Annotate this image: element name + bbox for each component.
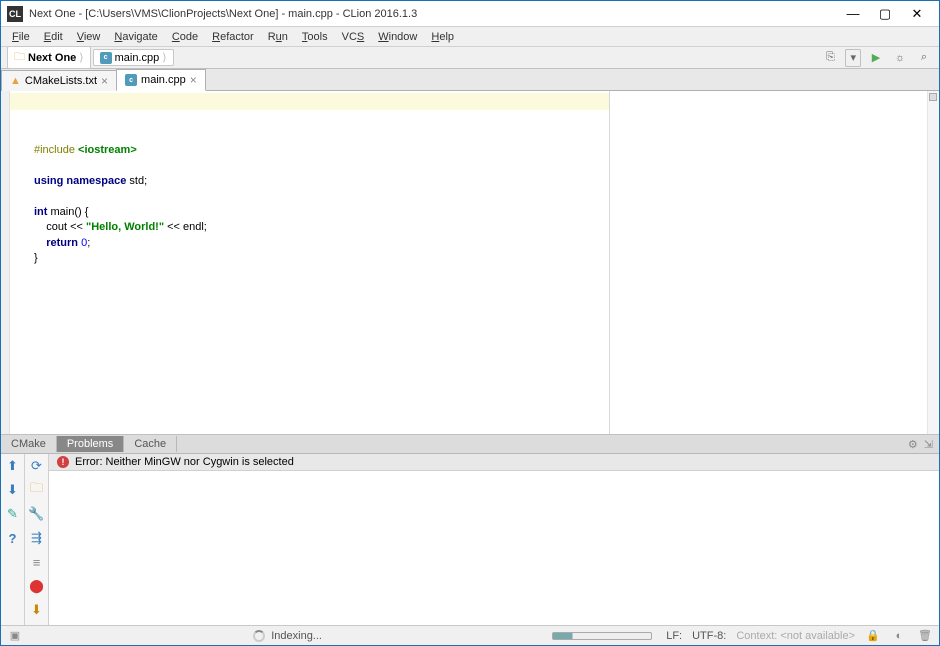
inspect-icon[interactable]: ◐ [891, 628, 907, 644]
panel-tab-problems[interactable]: Problems [57, 436, 124, 452]
close-button[interactable]: ✕ [901, 3, 933, 25]
menu-file[interactable]: File [5, 29, 37, 45]
minimize-button[interactable]: — [837, 3, 869, 25]
window: CL Next One - [C:\Users\VMS\ClionProject… [0, 0, 940, 646]
editor-marker-bar[interactable] [927, 91, 939, 434]
breadcrumb-label: main.cpp [115, 52, 160, 64]
editor-tab-bar: ▲ CMakeLists.txt × c main.cpp × [1, 69, 939, 91]
panel-toolbar-2: ⟳ 🗀 🔧 ⇶ ≡ ⬤ ⬇ [25, 454, 49, 625]
menu-run[interactable]: Run [261, 29, 295, 45]
menu-edit[interactable]: Edit [37, 29, 70, 45]
nav-toolbar: ⎘ ▾ ▶ ☼ ⌕ [821, 49, 933, 67]
editor-right-pane [610, 91, 927, 434]
maximize-button[interactable]: ▢ [869, 3, 901, 25]
panel-tab-cmake[interactable]: CMake [1, 436, 57, 452]
menu-bar: File Edit View Navigate Code Refactor Ru… [1, 27, 939, 47]
down-icon[interactable]: ⬇ [5, 482, 21, 498]
tab-cmakelists[interactable]: ▲ CMakeLists.txt × [1, 70, 117, 91]
editor-area: #include <iostream> using namespace std;… [1, 91, 939, 435]
navigation-bar: 🗀 Next One ⟩ c main.cpp ⟩ ⎘ ▾ ▶ ☼ ⌕ [1, 47, 939, 69]
current-line-highlight [10, 93, 609, 110]
panel-body: ⬆ ⬇ ✎ ? ⟳ 🗀 🔧 ⇶ ≡ ⬤ ⬇ ! Error: Neither M… [1, 454, 939, 625]
status-context[interactable]: Context: <not available> [736, 630, 855, 642]
close-icon[interactable]: × [101, 74, 108, 88]
menu-vcs[interactable]: VCS [335, 29, 372, 45]
error-text: Error: Neither MinGW nor Cygwin is selec… [75, 456, 294, 468]
chevron-icon: ⟩ [162, 51, 166, 64]
progress-bar[interactable] [552, 632, 652, 640]
run-config-dropdown[interactable]: ▾ [845, 49, 861, 67]
stop-icon[interactable]: ⬤ [29, 578, 45, 594]
window-title: Next One - [C:\Users\VMS\ClionProjects\N… [29, 8, 837, 20]
tab-label: main.cpp [141, 74, 186, 86]
breadcrumb-label: Next One [28, 52, 76, 64]
title-bar: CL Next One - [C:\Users\VMS\ClionProject… [1, 1, 939, 27]
panel-tab-cache[interactable]: Cache [124, 436, 177, 452]
help-icon[interactable]: ? [5, 530, 21, 546]
breadcrumb-file[interactable]: c main.cpp ⟩ [93, 49, 174, 66]
tool-window-tabs: CMake Problems Cache ⚙ ⇲ [1, 435, 939, 454]
cpp-icon: c [125, 74, 137, 86]
error-icon: ! [57, 456, 69, 468]
panel-tab-actions: ⚙ ⇲ [908, 438, 939, 451]
warning-icon: ▲ [10, 75, 21, 87]
up-icon[interactable]: ⬆ [5, 458, 21, 474]
tab-label: CMakeLists.txt [25, 75, 97, 87]
status-bar: ▣ Indexing... LF: UTF-8: Context: <not a… [1, 625, 939, 645]
menu-window[interactable]: Window [371, 29, 424, 45]
app-icon: CL [7, 6, 23, 22]
window-controls: — ▢ ✕ [837, 3, 933, 25]
status-lf[interactable]: LF: [666, 630, 682, 642]
close-icon[interactable]: × [190, 73, 197, 87]
inspection-indicator[interactable] [929, 93, 937, 101]
edit-icon[interactable]: ✎ [5, 506, 21, 522]
menu-navigate[interactable]: Navigate [107, 29, 164, 45]
panel-content: ! Error: Neither MinGW nor Cygwin is sel… [49, 454, 939, 625]
menu-view[interactable]: View [70, 29, 108, 45]
code-editor[interactable]: #include <iostream> using namespace std;… [10, 91, 609, 434]
menu-tools[interactable]: Tools [295, 29, 335, 45]
status-encoding[interactable]: UTF-8: [692, 630, 726, 642]
collapse-icon[interactable]: ≡ [29, 554, 45, 570]
folder-icon: 🗀 [14, 48, 25, 67]
download-icon[interactable]: ⬇ [29, 602, 45, 618]
ide-settings-icon[interactable]: ⎘ [821, 49, 839, 67]
folder-icon[interactable]: 🗀 [29, 482, 45, 498]
menu-refactor[interactable]: Refactor [205, 29, 261, 45]
refresh-icon[interactable]: ⟳ [29, 458, 45, 474]
search-icon[interactable]: ⌕ [915, 49, 933, 67]
toolwindow-toggle-icon[interactable]: ▣ [7, 628, 23, 644]
tool-window: CMake Problems Cache ⚙ ⇲ ⬆ ⬇ ✎ ? ⟳ 🗀 🔧 ⇶… [1, 435, 939, 625]
status-center: Indexing... [37, 630, 538, 642]
chevron-icon: ⟩ [79, 51, 83, 64]
menu-code[interactable]: Code [165, 29, 205, 45]
run-button[interactable]: ▶ [867, 49, 885, 67]
editor-content: #include <iostream> using namespace std;… [34, 143, 609, 266]
error-row[interactable]: ! Error: Neither MinGW nor Cygwin is sel… [49, 454, 939, 471]
debug-button[interactable]: ☼ [891, 49, 909, 67]
menu-help[interactable]: Help [424, 29, 461, 45]
gutter[interactable] [1, 91, 10, 434]
panel-toolbar-1: ⬆ ⬇ ✎ ? [1, 454, 25, 625]
spinner-icon [253, 630, 265, 642]
lock-icon[interactable]: 🔒 [865, 628, 881, 644]
status-indexing: Indexing... [271, 630, 322, 642]
tool-icon[interactable]: 🔧 [29, 506, 45, 522]
status-right: LF: UTF-8: Context: <not available> 🔒 ◐ … [666, 628, 933, 644]
breadcrumb-project[interactable]: 🗀 Next One ⟩ [7, 46, 91, 69]
gear-icon[interactable]: ⚙ [908, 438, 918, 451]
cpp-icon: c [100, 52, 112, 64]
hide-icon[interactable]: ⇲ [924, 438, 933, 451]
trash-icon[interactable]: 🗑 [917, 628, 933, 644]
filter-icon[interactable]: ⇶ [29, 530, 45, 546]
tab-main-cpp[interactable]: c main.cpp × [116, 69, 206, 91]
